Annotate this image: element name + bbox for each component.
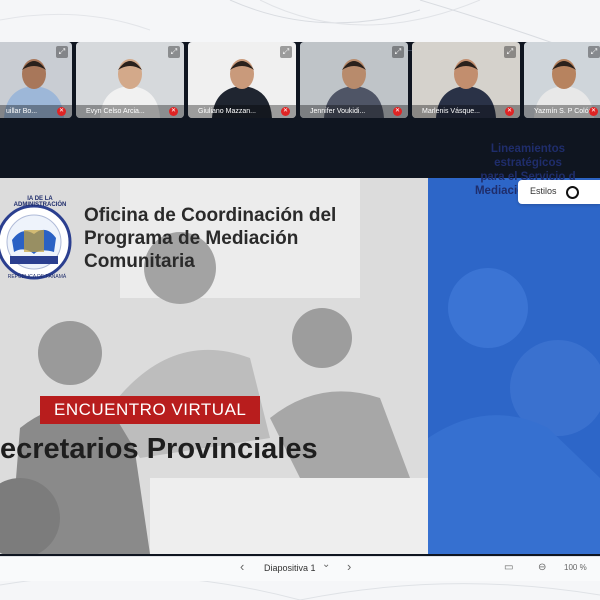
event-badge: ENCUENTRO VIRTUAL [40, 396, 261, 424]
expand-icon[interactable]: ⤢ [280, 46, 292, 58]
expand-icon[interactable]: ⤢ [504, 46, 516, 58]
expand-icon[interactable]: ⤢ [56, 46, 68, 58]
slide-selector-label[interactable]: Diapositiva 1 [264, 563, 316, 573]
slide-title-line: Programa de Mediación [84, 228, 299, 249]
slide-blue-panel [428, 178, 600, 554]
previous-slide-icon[interactable]: ‹ [240, 559, 244, 574]
zoom-out-icon[interactable]: ⊖ [538, 562, 546, 573]
circle-icon [566, 186, 579, 199]
slide-title-line: Oficina de Coordinación del [84, 205, 337, 226]
mic-muted-icon: ✕ [505, 107, 514, 116]
slide-title-line: Comunitaria [84, 251, 195, 272]
logo-top-text: IA DE LA ADMINISTRACIÓN [13, 196, 67, 208]
expand-icon[interactable]: ⤢ [392, 46, 404, 58]
logo-bottom-text: REPÚBLICA DE PANAMÁ [7, 274, 67, 280]
blue-panel-photo-overlay [428, 268, 600, 554]
styles-button[interactable]: Estilos [518, 180, 600, 204]
side-text-line: Lineamientos [490, 143, 566, 155]
mic-muted-icon: ✕ [57, 107, 66, 116]
mic-muted-icon: ✕ [281, 107, 290, 116]
participant-tile[interactable]: ⤢ Marlenis Vásque... ✕ [412, 42, 520, 118]
participant-name: Evyn Celso Arcia... [76, 105, 184, 118]
participant-name: Marlenis Vásque... [412, 105, 520, 118]
participant-tile[interactable]: ⤢ Jennifer Voukidi... ✕ [300, 42, 408, 118]
side-text-line: estratégicos [494, 157, 562, 169]
mic-muted-icon: ✕ [589, 107, 598, 116]
participant-tile[interactable]: ⤢ Yazmín S. P Colón ✕ [524, 42, 600, 118]
participant-tile[interactable]: ⤢ uillar Bo... ✕ [0, 42, 72, 118]
participant-tile[interactable]: ⤢ Giuliano Mazzan... ✕ [188, 42, 296, 118]
slide-title: Oficina de Coordinación del Programa de … [84, 204, 336, 273]
mic-muted-icon: ✕ [169, 107, 178, 116]
participant-name: Giuliano Mazzan... [188, 105, 296, 118]
slide-subtitle: ecretarios Provinciales [0, 433, 318, 465]
mic-muted-icon: ✕ [393, 107, 402, 116]
participant-tile[interactable]: ⤢ Evyn Celso Arcia... ✕ [76, 42, 184, 118]
view-mode-icon[interactable]: ▭ [504, 562, 513, 573]
styles-label: Estilos [530, 186, 557, 196]
expand-icon[interactable]: ⤢ [168, 46, 180, 58]
zoom-level: 100 % [564, 563, 587, 572]
next-slide-icon[interactable]: › [347, 559, 351, 574]
participant-name: Jennifer Voukidi... [300, 105, 408, 118]
slide-toolbar: ‹ Diapositiva 1 ⌄ › ▭ ⊖ 100 % [0, 556, 600, 581]
expand-icon[interactable]: ⤢ [588, 46, 600, 58]
chevron-down-icon[interactable]: ⌄ [322, 559, 330, 570]
